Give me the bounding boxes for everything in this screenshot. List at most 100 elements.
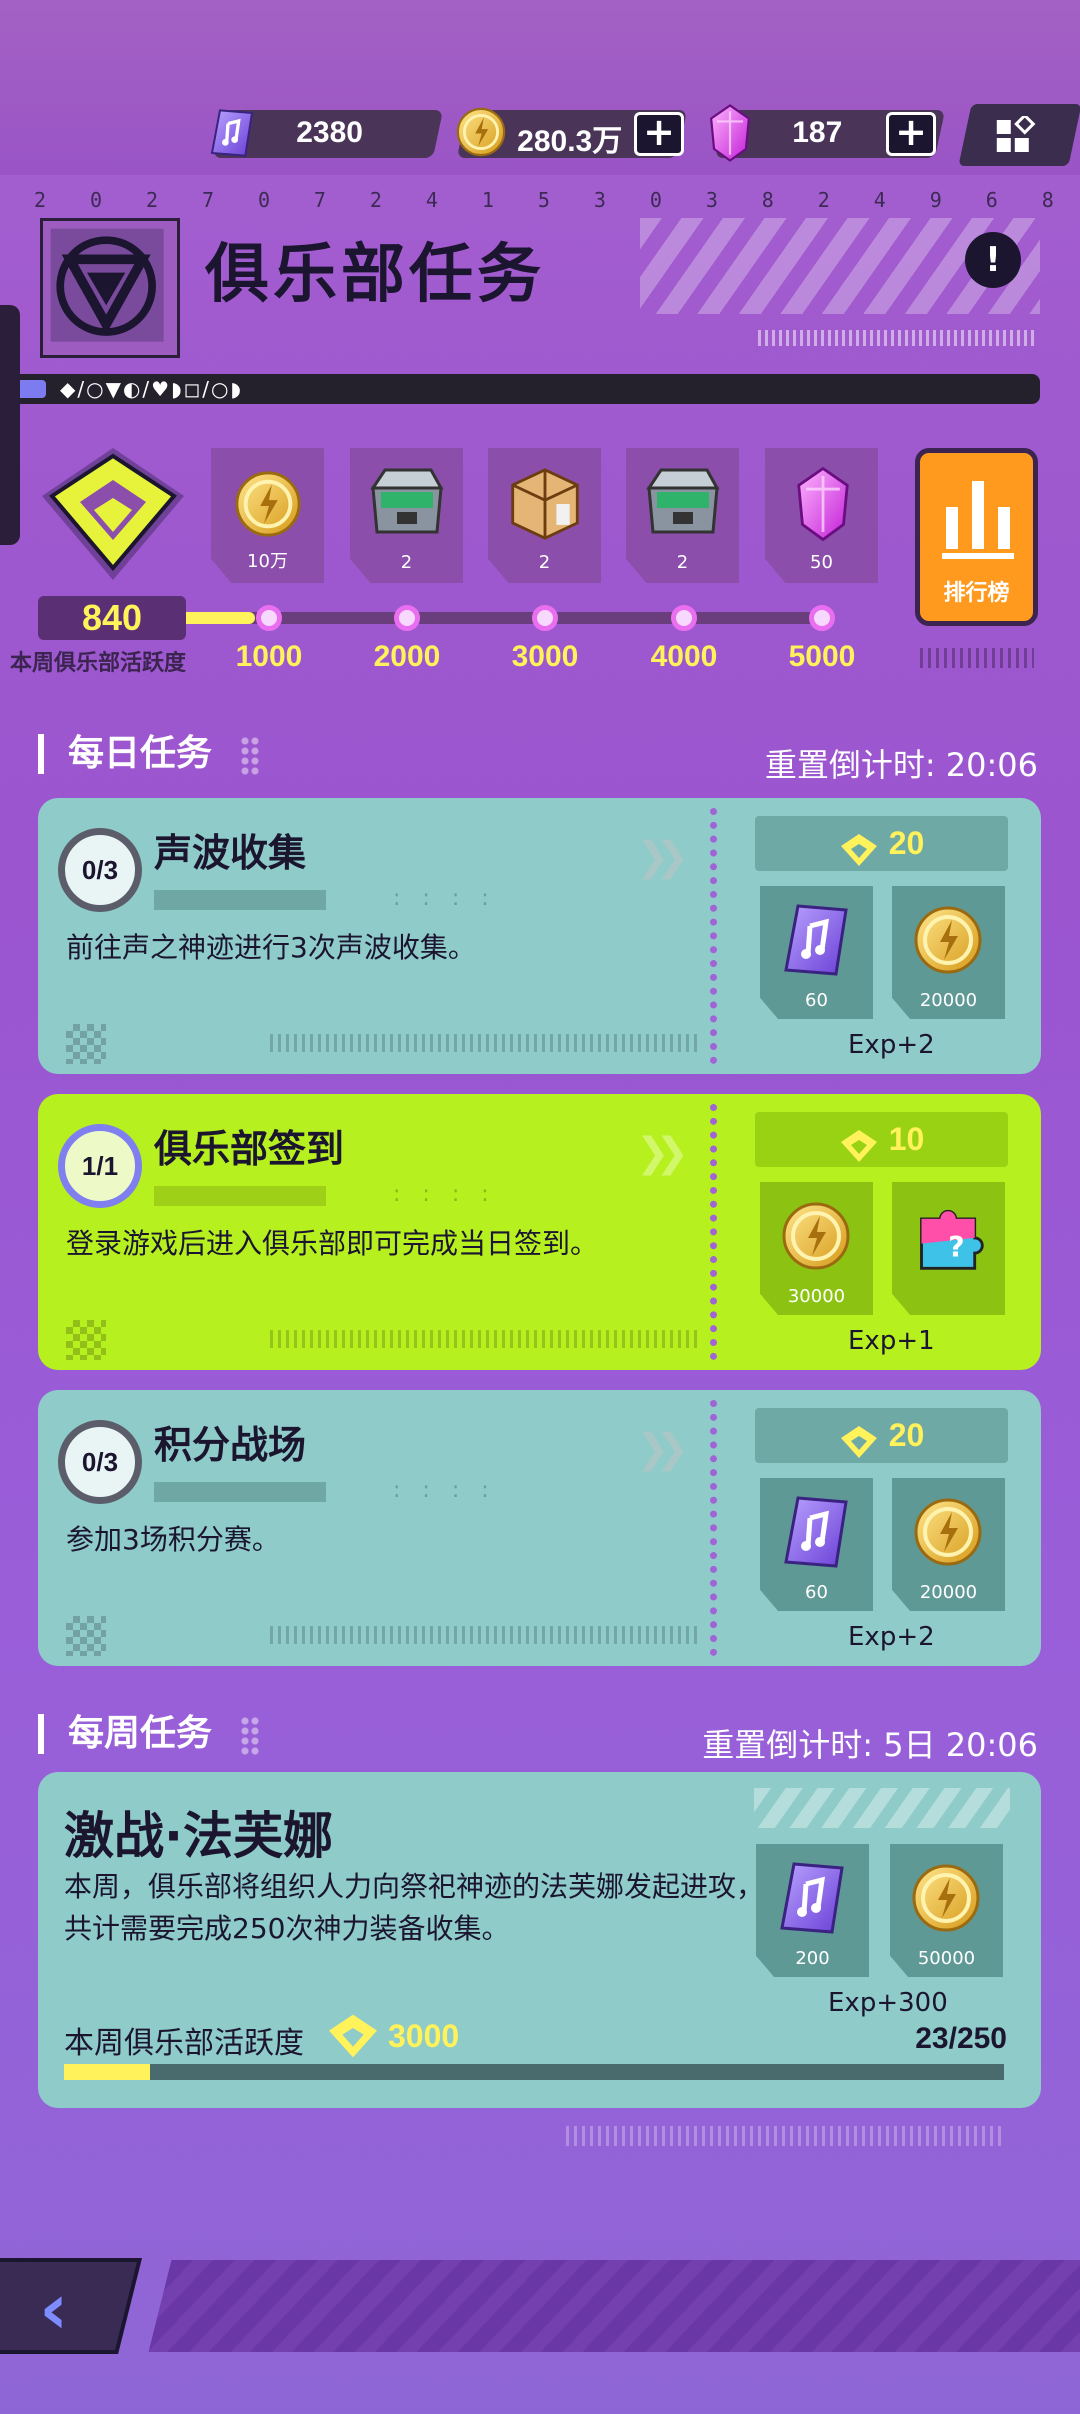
reward-item[interactable]: 20000 (892, 1478, 1005, 1611)
barcode-decor (270, 1626, 700, 1644)
task-exp: Exp+2 (848, 1030, 935, 1060)
weekly-activity-label: 本周俱乐部活跃度 (64, 2026, 304, 2061)
reward-count: 50 (810, 552, 833, 573)
club-logo (40, 218, 180, 358)
card-divider (710, 1104, 717, 1360)
currency-bar: 2380 280.3万 + 187 + (0, 0, 1080, 175)
activity-score: 840 (38, 596, 186, 640)
decor-dots: :::: (393, 1182, 511, 1207)
reward-item[interactable]: 20000 (892, 886, 1005, 1019)
coin-icon (455, 106, 507, 158)
gem-icon (795, 466, 851, 542)
serial-digit: 2 (145, 188, 159, 212)
activity-chevron-icon (329, 2014, 377, 2058)
milestone-reward-2[interactable]: 2 (350, 448, 463, 583)
daily-task-card-1[interactable]: 0/3 声波收集 ❯❯ :::: 前往声之神迹进行3次声波收集。 20 60 2… (38, 798, 1041, 1074)
coin-icon (910, 1860, 982, 1936)
back-button[interactable]: ‹ (0, 2258, 142, 2354)
daily-task-card-3[interactable]: 0/3 积分战场 ❯❯ :::: 参加3场积分赛。 20 60 20000 Ex… (38, 1390, 1041, 1666)
weekly-exp: Exp+300 (828, 1988, 948, 2018)
serial-digit: 2 (369, 188, 382, 212)
menu-button[interactable] (958, 104, 1080, 166)
reward-item[interactable]: 200 (756, 1844, 869, 1977)
coin-icon (233, 466, 303, 542)
reward-count: 2 (676, 552, 689, 573)
milestone-value-2: 2000 (373, 640, 441, 673)
barcode-decor (270, 1034, 700, 1052)
serial-digit: 5 (537, 188, 550, 212)
box-icon (504, 466, 586, 542)
chevron-right-icon: ❯❯ (636, 1426, 689, 1472)
serial-digit: 9 (929, 188, 942, 212)
bar-chart-icon (942, 481, 1014, 559)
ticket-icon (780, 1494, 852, 1570)
serial-digit: 0 (257, 188, 270, 212)
activity-chevron-icon (840, 833, 877, 866)
add-gems-button[interactable]: + (886, 112, 936, 156)
reward-item[interactable]: 30000 (760, 1182, 873, 1315)
add-coins-button[interactable]: + (634, 112, 684, 156)
coin-icon (912, 1494, 984, 1570)
track-end-barcode (920, 648, 1034, 668)
milestone-value-5: 5000 (788, 640, 856, 673)
gem-icon (708, 104, 752, 162)
milestone-node-1 (256, 605, 282, 631)
reward-count: 20000 (919, 990, 978, 1011)
task-exp: Exp+1 (848, 1326, 935, 1356)
task-progress-ring: 1/1 (58, 1124, 142, 1208)
reward-count: 2 (400, 552, 413, 573)
reward-item[interactable]: 60 (760, 886, 873, 1019)
symbol-bar: ◆/○▼◐/♥◗◻/○◗ (0, 374, 1040, 404)
task-name: 积分战场 (154, 1423, 307, 1467)
weekly-section-title: 每周任务 (38, 1714, 212, 1754)
reward-count: 60 (805, 1582, 828, 1603)
milestone-node-2 (394, 605, 420, 631)
serial-digit: 7 (201, 188, 214, 212)
header-barcode (758, 330, 1038, 346)
coin-icon (780, 1198, 852, 1274)
reward-item[interactable] (892, 1182, 1005, 1315)
weekly-progress-bar (64, 2064, 1004, 2080)
reward-count: 60 (805, 990, 828, 1011)
task-progress-bar (154, 1186, 326, 1206)
menu-grid-icon (996, 116, 1036, 152)
info-button[interactable]: ! (965, 232, 1021, 288)
task-progress-ring: 0/3 (58, 1420, 142, 1504)
daily-reset-timer: 重置倒计时: 20:06 (764, 746, 1038, 784)
serial-digit: 2 (817, 188, 830, 212)
serial-digit: 1 (481, 188, 494, 212)
weekly-task-card[interactable]: 激战·法芙娜 本周，俱乐部将组织人力向祭祀神迹的法芙娜发起进攻，共计需要完成25… (38, 1772, 1041, 2108)
club-emblem-icon (50, 228, 164, 342)
chest-icon (364, 466, 450, 542)
card-stripes-decor (754, 1788, 1010, 1828)
ticket-count: 2380 (296, 116, 363, 149)
puzzle-icon (910, 1198, 990, 1274)
serial-digit: 4 (873, 188, 886, 212)
chest-icon (640, 466, 726, 542)
task-progress-bar (154, 890, 326, 910)
reward-item[interactable]: 50000 (890, 1844, 1003, 1977)
bottom-barcode-decor (566, 2126, 1006, 2146)
symbol-text: ◆/○▼◐/♥◗◻/○◗ (60, 377, 243, 401)
activity-chevron-icon (840, 1129, 877, 1162)
activity-track-fill (180, 612, 255, 624)
serial-digit: 8 (1041, 188, 1054, 212)
ticket-icon (776, 1860, 848, 1936)
page-title: 俱乐部任务 (205, 238, 545, 312)
reward-count: 30000 (787, 1286, 846, 1307)
reward-item[interactable]: 60 (760, 1478, 873, 1611)
side-drawer-tab[interactable] (0, 305, 20, 545)
milestone-reward-3[interactable]: 2 (488, 448, 601, 583)
serial-digit: 3 (593, 188, 606, 212)
milestone-reward-5[interactable]: 50 (765, 448, 878, 583)
milestone-node-4 (671, 605, 697, 631)
card-divider (710, 1400, 717, 1656)
leaderboard-button[interactable]: 排行榜 (915, 448, 1038, 626)
task-name: 声波收集 (154, 831, 307, 875)
daily-task-card-2[interactable]: 1/1 俱乐部签到 ❯❯ :::: 登录游戏后进入俱乐部即可完成当日签到。 10… (38, 1094, 1041, 1370)
task-progress-ring: 0/3 (58, 828, 142, 912)
weekly-activity-value: 3000 (388, 2018, 460, 2054)
serial-digit: 4 (425, 188, 438, 212)
milestone-reward-4[interactable]: 2 (626, 448, 739, 583)
milestone-reward-1[interactable]: 10万 (211, 448, 324, 583)
